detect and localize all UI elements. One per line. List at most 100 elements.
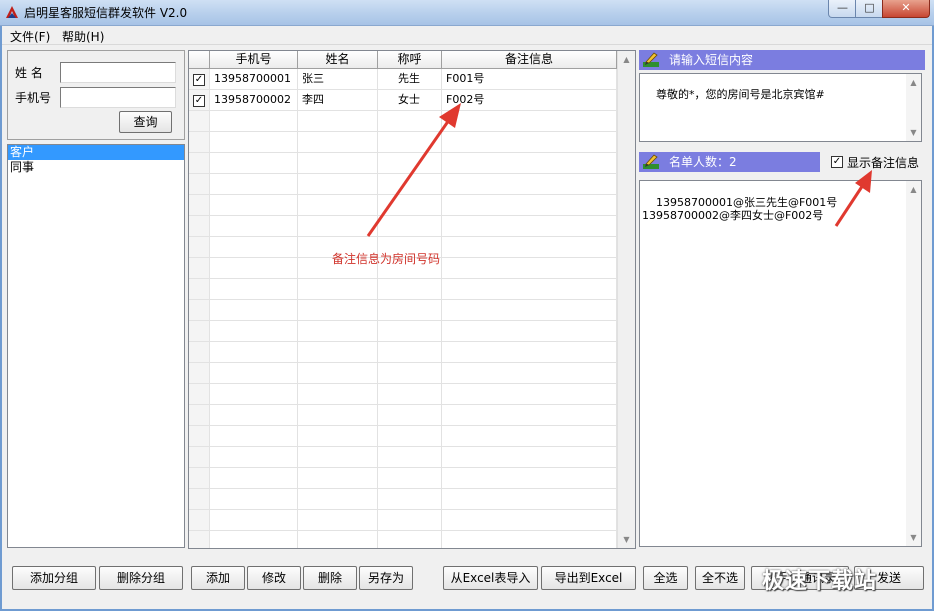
cell-name[interactable]	[298, 342, 378, 362]
cell-note[interactable]	[442, 237, 617, 257]
cell-note[interactable]	[442, 111, 617, 131]
cell-title[interactable]	[378, 384, 442, 404]
cell-phone[interactable]	[210, 279, 298, 299]
row-checkbox-cell[interactable]	[189, 195, 210, 215]
show-notes-label[interactable]: 显示备注信息	[847, 154, 919, 171]
add-group-button[interactable]: 添加分组	[12, 566, 96, 590]
phone-input[interactable]	[60, 87, 176, 108]
cell-note[interactable]	[442, 405, 617, 425]
row-checkbox-cell[interactable]	[189, 153, 210, 173]
scroll-down-icon[interactable]: ▼	[618, 531, 635, 548]
cell-phone[interactable]	[210, 258, 298, 278]
cell-phone[interactable]	[210, 531, 298, 548]
cell-name[interactable]	[298, 321, 378, 341]
cell-name[interactable]	[298, 468, 378, 488]
select-all-button[interactable]: 全选	[643, 566, 688, 590]
cell-name[interactable]	[298, 174, 378, 194]
cell-note[interactable]	[442, 153, 617, 173]
cell-title[interactable]: 先生	[378, 69, 442, 89]
table-row[interactable]	[189, 321, 617, 342]
delete-button[interactable]: 删除	[303, 566, 357, 590]
close-button[interactable]: ✕	[882, 0, 930, 18]
cell-name[interactable]	[298, 489, 378, 509]
cell-title[interactable]	[378, 111, 442, 131]
cell-name[interactable]	[298, 384, 378, 404]
cell-title[interactable]	[378, 510, 442, 530]
column-header-phone[interactable]: 手机号	[210, 51, 298, 68]
cell-phone[interactable]	[210, 363, 298, 383]
cell-name[interactable]	[298, 216, 378, 236]
cell-name[interactable]	[298, 363, 378, 383]
table-row[interactable]	[189, 510, 617, 531]
minimize-button[interactable]: —	[828, 0, 857, 18]
table-row[interactable]	[189, 447, 617, 468]
table-row[interactable]	[189, 300, 617, 321]
cell-phone[interactable]	[210, 321, 298, 341]
name-input[interactable]	[60, 62, 176, 83]
cell-note[interactable]	[442, 447, 617, 467]
row-checkbox-cell[interactable]	[189, 447, 210, 467]
search-button[interactable]: 查询	[119, 111, 172, 133]
cell-name[interactable]	[298, 195, 378, 215]
cell-note[interactable]	[442, 216, 617, 236]
table-row[interactable]	[189, 216, 617, 237]
select-none-button[interactable]: 全不选	[695, 566, 745, 590]
import-excel-button[interactable]: 从Excel表导入	[443, 566, 538, 590]
cell-note[interactable]	[442, 426, 617, 446]
cell-note[interactable]	[442, 531, 617, 548]
cell-title[interactable]	[378, 300, 442, 320]
cell-phone[interactable]	[210, 237, 298, 257]
scroll-down-icon[interactable]: ▼	[906, 531, 921, 544]
cell-title[interactable]	[378, 447, 442, 467]
group-item-customer[interactable]: 客户	[8, 145, 184, 160]
scroll-up-icon[interactable]: ▲	[906, 183, 921, 196]
cell-phone[interactable]	[210, 111, 298, 131]
cell-note[interactable]	[442, 279, 617, 299]
table-row[interactable]: ✓ 13958700002 李四 女士 F002号	[189, 90, 617, 111]
cell-name[interactable]	[298, 426, 378, 446]
maximize-button[interactable]: □	[855, 0, 884, 18]
cell-title[interactable]	[378, 195, 442, 215]
group-list[interactable]: 客户 同事	[7, 144, 185, 548]
table-row[interactable]	[189, 153, 617, 174]
cell-phone[interactable]	[210, 405, 298, 425]
cell-phone[interactable]	[210, 489, 298, 509]
cell-phone[interactable]	[210, 174, 298, 194]
cell-title[interactable]	[378, 426, 442, 446]
table-row[interactable]	[189, 363, 617, 384]
cell-note[interactable]: F001号	[442, 69, 617, 89]
table-row[interactable]	[189, 195, 617, 216]
cell-phone[interactable]: 13958700002	[210, 90, 298, 110]
cell-note[interactable]	[442, 174, 617, 194]
cell-name[interactable]	[298, 279, 378, 299]
delete-group-button[interactable]: 删除分组	[99, 566, 183, 590]
cell-note[interactable]	[442, 384, 617, 404]
cell-note[interactable]	[442, 195, 617, 215]
cell-phone[interactable]	[210, 216, 298, 236]
cell-title[interactable]	[378, 363, 442, 383]
row-checkbox-cell[interactable]	[189, 258, 210, 278]
cell-name[interactable]	[298, 531, 378, 548]
edit-button[interactable]: 修改	[247, 566, 301, 590]
row-checkbox-cell[interactable]	[189, 489, 210, 509]
table-row[interactable]	[189, 405, 617, 426]
table-row[interactable]	[189, 279, 617, 300]
column-header-name[interactable]: 姓名	[298, 51, 378, 68]
sms-content-textarea[interactable]: 尊敬的*，您的房间号是北京宾馆# ▲ ▼	[639, 73, 922, 142]
cell-name[interactable]: 张三	[298, 69, 378, 89]
row-checkbox-cell[interactable]: ✓	[189, 69, 210, 89]
table-row[interactable]	[189, 132, 617, 153]
cell-title[interactable]	[378, 531, 442, 548]
table-row[interactable]	[189, 468, 617, 489]
table-row[interactable]	[189, 174, 617, 195]
row-checkbox-cell[interactable]	[189, 531, 210, 548]
row-checkbox-cell[interactable]	[189, 279, 210, 299]
row-checkbox-cell[interactable]	[189, 468, 210, 488]
cell-phone[interactable]	[210, 132, 298, 152]
row-checkbox-cell[interactable]	[189, 237, 210, 257]
cell-note[interactable]	[442, 258, 617, 278]
recipient-list-textarea[interactable]: 13958700001@张三先生@F001号 13958700002@李四女士@…	[639, 180, 922, 547]
row-checkbox-cell[interactable]	[189, 174, 210, 194]
cell-name[interactable]	[298, 447, 378, 467]
cell-phone[interactable]	[210, 426, 298, 446]
